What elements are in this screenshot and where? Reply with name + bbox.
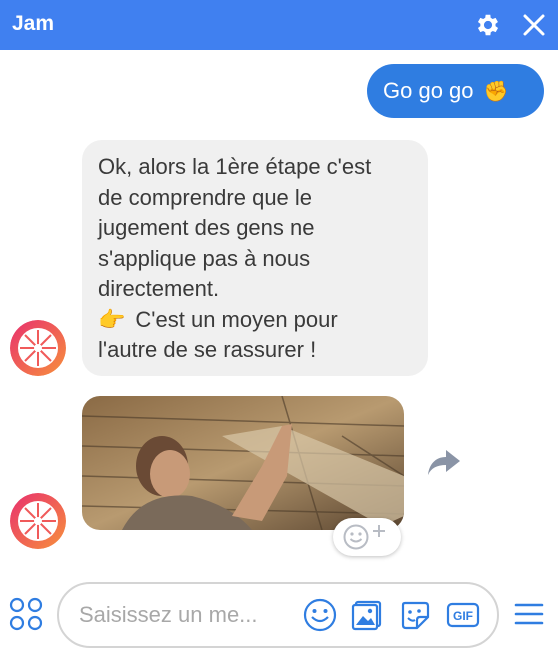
message-composer: Saisissez un me... GIF	[57, 582, 499, 648]
chat-title[interactable]: Jam	[12, 12, 54, 36]
menu-icon[interactable]	[512, 598, 546, 630]
message-line: s'applique pas à nous	[98, 245, 311, 271]
share-icon[interactable]	[426, 446, 462, 478]
incoming-message-bubble[interactable]: Ok, alors la 1ère étape c'est de compren…	[82, 140, 428, 376]
avatar[interactable]	[10, 320, 66, 376]
photo-icon[interactable]	[349, 597, 385, 633]
message-line: de comprendre que le	[98, 184, 313, 210]
pointing-hand-emoji-icon: 👉	[98, 306, 126, 332]
gif-icon[interactable]: GIF	[445, 597, 481, 633]
message-line-text: C'est un moyen pour	[135, 306, 338, 332]
outgoing-message-bubble[interactable]: Go go go ✊	[367, 64, 544, 118]
plus-icon	[373, 525, 385, 537]
fist-emoji-icon: ✊	[483, 80, 509, 103]
gear-icon[interactable]	[474, 11, 502, 39]
avatar[interactable]	[10, 493, 66, 549]
add-reaction-button[interactable]	[333, 518, 401, 556]
apps-icon[interactable]	[8, 596, 44, 632]
message-line: 👉 C'est un moyen pour	[98, 305, 418, 336]
message-input[interactable]: Saisissez un me...	[79, 602, 258, 628]
close-icon[interactable]	[520, 11, 548, 39]
svg-text:GIF: GIF	[453, 609, 473, 623]
sticker-icon[interactable]	[397, 597, 433, 633]
message-line: l'autre de se rassurer !	[98, 337, 317, 362]
gif-image[interactable]	[82, 396, 404, 530]
message-line: jugement des gens ne	[98, 215, 315, 240]
chat-header: Jam	[0, 0, 558, 50]
message-line: Ok, alors la 1ère étape c'est	[98, 154, 372, 179]
message-line: directement.	[98, 276, 220, 301]
emoji-icon[interactable]	[302, 597, 338, 633]
outgoing-message-text: Go go go	[383, 78, 474, 103]
smiley-icon	[343, 524, 369, 550]
